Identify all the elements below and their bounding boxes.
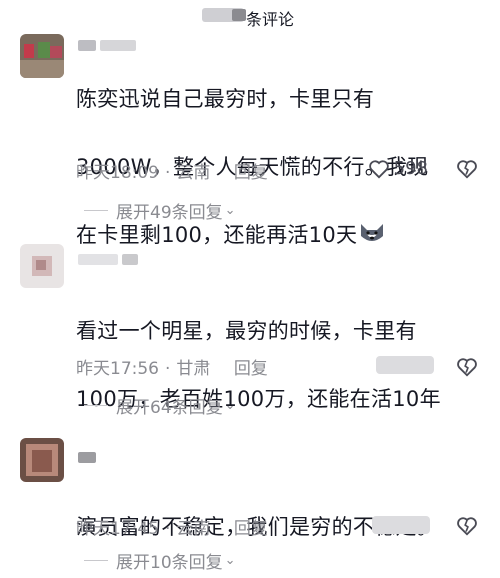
broken-heart-icon[interactable] (456, 356, 478, 378)
reply-button[interactable]: 回复 (234, 359, 268, 379)
comment-meta: 昨天17:45 · 云南 回复 (76, 519, 268, 539)
avatar[interactable] (20, 438, 64, 482)
heart-outline-icon (368, 159, 389, 178)
reply-button[interactable]: 回复 (234, 519, 268, 539)
comment-location: 甘肃 (176, 359, 211, 379)
expand-replies[interactable]: 展开64条回复 ⌄ (84, 393, 236, 418)
husky-dog-emoji (361, 224, 384, 241)
comments-title: 条评论 (246, 10, 295, 29)
like-count-blurred[interactable] (376, 356, 434, 374)
chevron-down-icon: ⌄ (224, 203, 236, 218)
comment-time: 昨天17:45 (76, 519, 159, 539)
expand-replies[interactable]: 展开10条回复 ⌄ (84, 548, 236, 573)
comments-header: 条评论 (0, 0, 500, 34)
broken-heart-icon[interactable] (456, 515, 478, 537)
avatar[interactable] (20, 244, 64, 288)
comment-meta: 昨天18:09 · 云南 回复 (76, 163, 268, 183)
chevron-down-icon: ⌄ (224, 553, 236, 568)
chevron-down-icon: ⌄ (224, 398, 236, 413)
expand-replies[interactable]: 展开49条回复 ⌄ (84, 198, 236, 223)
comment-meta: 昨天17:56 · 甘肃 回复 (76, 359, 268, 379)
comment-location: 云南 (176, 519, 211, 539)
comment-location: 云南 (176, 163, 211, 183)
comment-time: 昨天17:56 (76, 359, 159, 379)
comment-time: 昨天18:09 (76, 163, 159, 183)
comment-count-blurred-digit (232, 9, 246, 21)
reply-button[interactable]: 回复 (234, 163, 268, 183)
avatar[interactable] (20, 34, 64, 78)
broken-heart-icon[interactable] (456, 158, 478, 180)
like-button[interactable]: 598 (368, 158, 428, 179)
like-count: 598 (393, 158, 428, 179)
like-count-blurred[interactable] (372, 516, 430, 534)
